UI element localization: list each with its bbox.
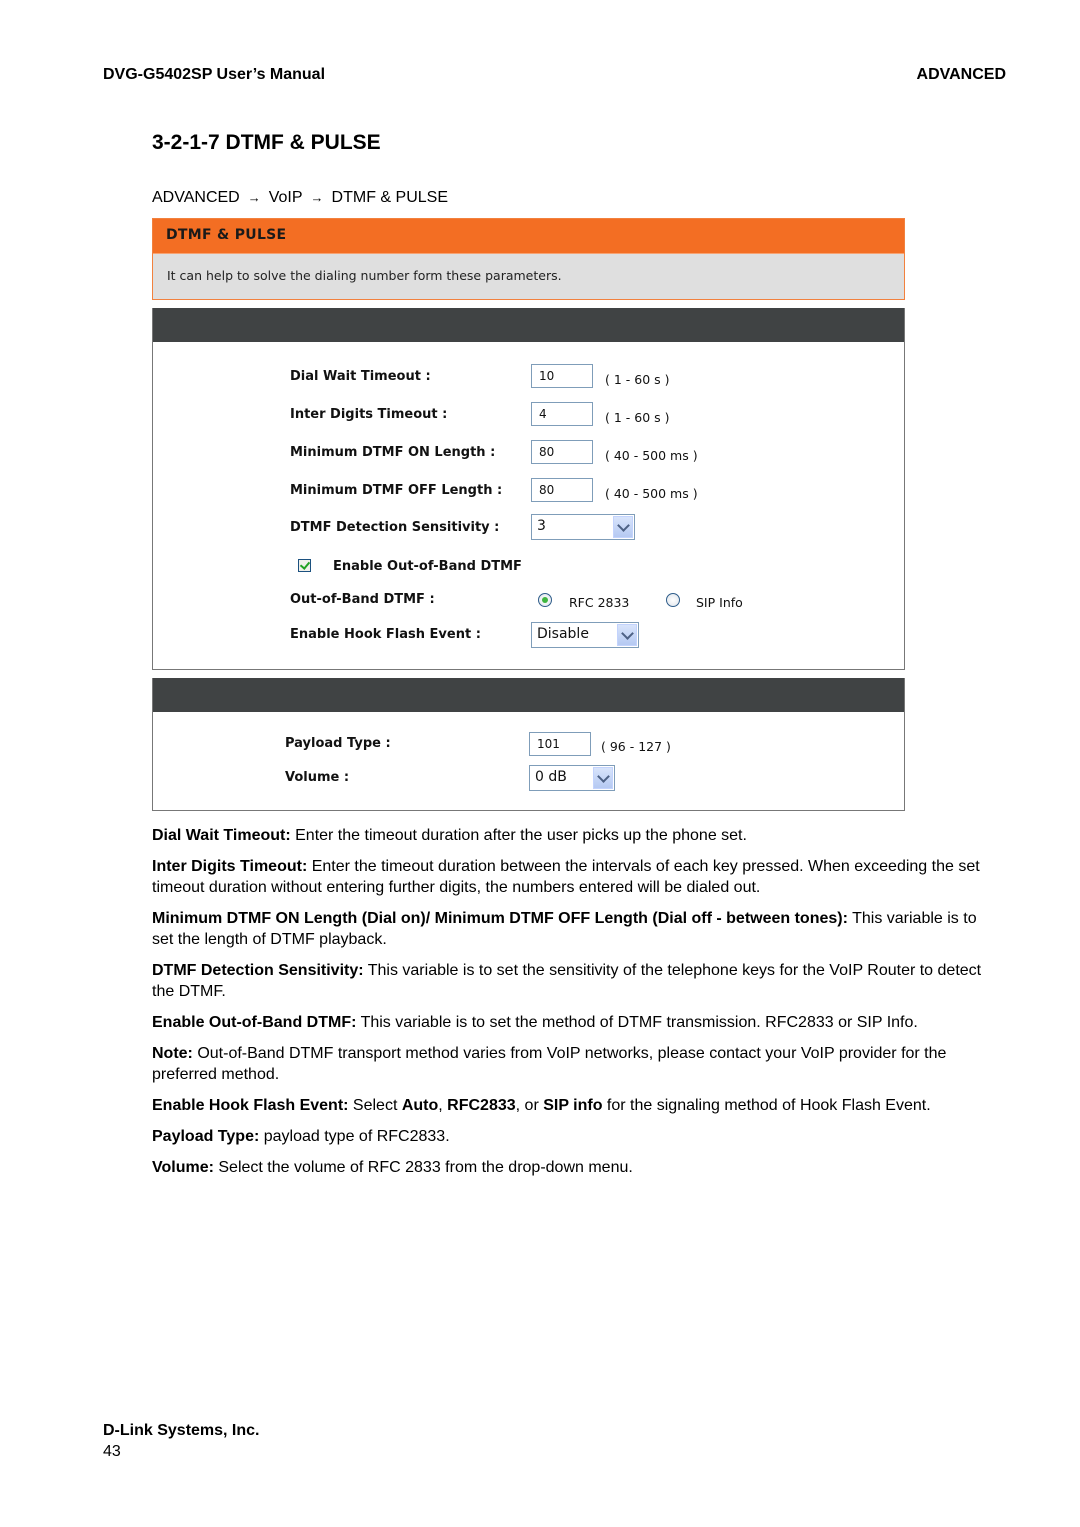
desc-term: Enable Hook Flash Event: — [152, 1097, 349, 1114]
desc-text: , — [438, 1097, 448, 1114]
desc-emphasis: RFC2833 — [447, 1097, 516, 1114]
min-dtmf-off-label: Minimum DTMF OFF Length : — [290, 483, 503, 498]
arrow-right-icon: → — [247, 190, 261, 205]
hook-flash-label: Enable Hook Flash Event : — [290, 627, 481, 642]
dropdown-button[interactable] — [593, 767, 613, 789]
desc-note: Note: Out-of-Band DTMF transport method … — [152, 1043, 982, 1085]
descriptions: Dial Wait Timeout: Enter the timeout dur… — [152, 825, 982, 1188]
dtmf-settings-panel: Dial Wait Timeout : 10 ( 1 - 60 s ) Inte… — [152, 308, 905, 670]
inter-digits-timeout-hint: ( 1 - 60 s ) — [605, 410, 670, 425]
enable-oob-label: Enable Out-of-Band DTMF — [333, 559, 522, 574]
detection-sensitivity-label: DTMF Detection Sensitivity : — [290, 520, 500, 535]
desc-emphasis: Auto — [401, 1097, 439, 1114]
desc-text: for the signaling method of Hook Flash E… — [602, 1097, 931, 1114]
desc-volume: Volume: Select the volume of RFC 2833 fr… — [152, 1157, 982, 1178]
rfc2833-settings-panel: Payload Type : 101 ( 96 - 127 ) Volume :… — [152, 678, 905, 811]
desc-term: Minimum DTMF ON Length (Dial on)/ Minimu… — [152, 910, 848, 927]
min-dtmf-on-label: Minimum DTMF ON Length : — [290, 445, 496, 460]
desc-min-dtmf-length: Minimum DTMF ON Length (Dial on)/ Minimu… — [152, 908, 982, 950]
desc-detection-sensitivity: DTMF Detection Sensitivity: This variabl… — [152, 960, 982, 1002]
chevron-down-icon — [620, 626, 634, 640]
intro-description: It can help to solve the dialing number … — [153, 253, 904, 283]
detection-sensitivity-value: 3 — [537, 518, 546, 534]
radio-selected-dot — [542, 597, 548, 603]
breadcrumb-item: DTMF & PULSE — [331, 189, 448, 206]
desc-hook-flash: Enable Hook Flash Event: Select Auto, RF… — [152, 1095, 982, 1116]
checkmark-icon — [299, 559, 311, 570]
desc-term: Volume: — [152, 1159, 214, 1176]
radio-rfc2833-label: RFC 2833 — [569, 595, 630, 610]
desc-text: Select — [348, 1097, 402, 1114]
volume-value: 0 dB — [535, 769, 567, 785]
payload-type-label: Payload Type : — [285, 736, 391, 751]
breadcrumb-item: VoIP — [268, 189, 303, 206]
breadcrumb-item: ADVANCED — [152, 189, 240, 206]
detection-sensitivity-select[interactable]: 3 — [531, 514, 635, 540]
dropdown-button[interactable] — [613, 516, 633, 538]
arrow-right-icon: → — [310, 190, 324, 205]
desc-term: Payload Type: — [152, 1128, 260, 1145]
min-dtmf-on-input[interactable]: 80 — [531, 440, 593, 464]
radio-sip-info[interactable] — [666, 593, 680, 607]
hook-flash-select[interactable]: Disable — [531, 622, 639, 648]
desc-inter-digits-timeout: Inter Digits Timeout: Enter the timeout … — [152, 856, 982, 898]
intro-title: DTMF & PULSE — [153, 219, 904, 253]
desc-payload-type: Payload Type: payload type of RFC2833. — [152, 1126, 982, 1147]
breadcrumb: ADVANCED → VoIP → DTMF & PULSE — [152, 189, 448, 207]
desc-text: Enter the timeout duration after the use… — [290, 827, 747, 844]
section-title: 3-2-1-7 DTMF & PULSE — [152, 131, 381, 154]
desc-term: Enable Out-of-Band DTMF: — [152, 1014, 357, 1031]
dial-wait-timeout-input[interactable]: 10 — [531, 364, 593, 388]
inter-digits-timeout-label: Inter Digits Timeout : — [290, 407, 448, 422]
desc-text: , or — [515, 1097, 544, 1114]
min-dtmf-off-hint: ( 40 - 500 ms ) — [605, 486, 698, 501]
desc-term: Dial Wait Timeout: — [152, 827, 291, 844]
enable-oob-checkbox[interactable] — [298, 559, 311, 572]
chevron-down-icon — [596, 769, 610, 783]
dropdown-button[interactable] — [617, 624, 637, 646]
rfc-form: Payload Type : 101 ( 96 - 127 ) Volume :… — [153, 678, 904, 810]
desc-text: This variable is to set the method of DT… — [356, 1014, 918, 1031]
chevron-down-icon — [616, 518, 630, 532]
inter-digits-timeout-input[interactable]: 4 — [531, 402, 593, 426]
dial-wait-timeout-label: Dial Wait Timeout : — [290, 369, 431, 384]
desc-term: Note: — [152, 1045, 193, 1062]
dial-wait-timeout-hint: ( 1 - 60 s ) — [605, 372, 670, 387]
volume-select[interactable]: 0 dB — [529, 765, 615, 791]
desc-text: Select the volume of RFC 2833 from the d… — [213, 1159, 633, 1176]
desc-enable-oob: Enable Out-of-Band DTMF: This variable i… — [152, 1012, 982, 1033]
oob-dtmf-label: Out-of-Band DTMF : — [290, 592, 435, 607]
dtmf-form: Dial Wait Timeout : 10 ( 1 - 60 s ) Inte… — [153, 308, 904, 669]
intro-box: DTMF & PULSE It can help to solve the di… — [152, 218, 905, 300]
desc-dial-wait-timeout: Dial Wait Timeout: Enter the timeout dur… — [152, 825, 982, 846]
desc-term: DTMF Detection Sensitivity: — [152, 962, 364, 979]
chapter-label: ADVANCED — [916, 66, 1006, 83]
hook-flash-value: Disable — [537, 626, 589, 642]
volume-label: Volume : — [285, 770, 350, 785]
min-dtmf-off-input[interactable]: 80 — [531, 478, 593, 502]
payload-type-input[interactable]: 101 — [529, 732, 591, 756]
page-number: 43 — [103, 1443, 121, 1460]
payload-type-hint: ( 96 - 127 ) — [601, 739, 671, 754]
desc-term: Inter Digits Timeout: — [152, 858, 308, 875]
radio-rfc2833[interactable] — [538, 593, 552, 607]
desc-emphasis: SIP info — [543, 1097, 603, 1114]
manual-title: DVG-G5402SP User’s Manual — [103, 66, 326, 83]
radio-sip-info-label: SIP Info — [696, 595, 743, 610]
min-dtmf-on-hint: ( 40 - 500 ms ) — [605, 448, 698, 463]
desc-text: Out-of-Band DTMF transport method varies… — [152, 1045, 947, 1083]
footer-company: D-Link Systems, Inc. — [103, 1422, 260, 1439]
desc-text: payload type of RFC2833. — [259, 1128, 450, 1145]
